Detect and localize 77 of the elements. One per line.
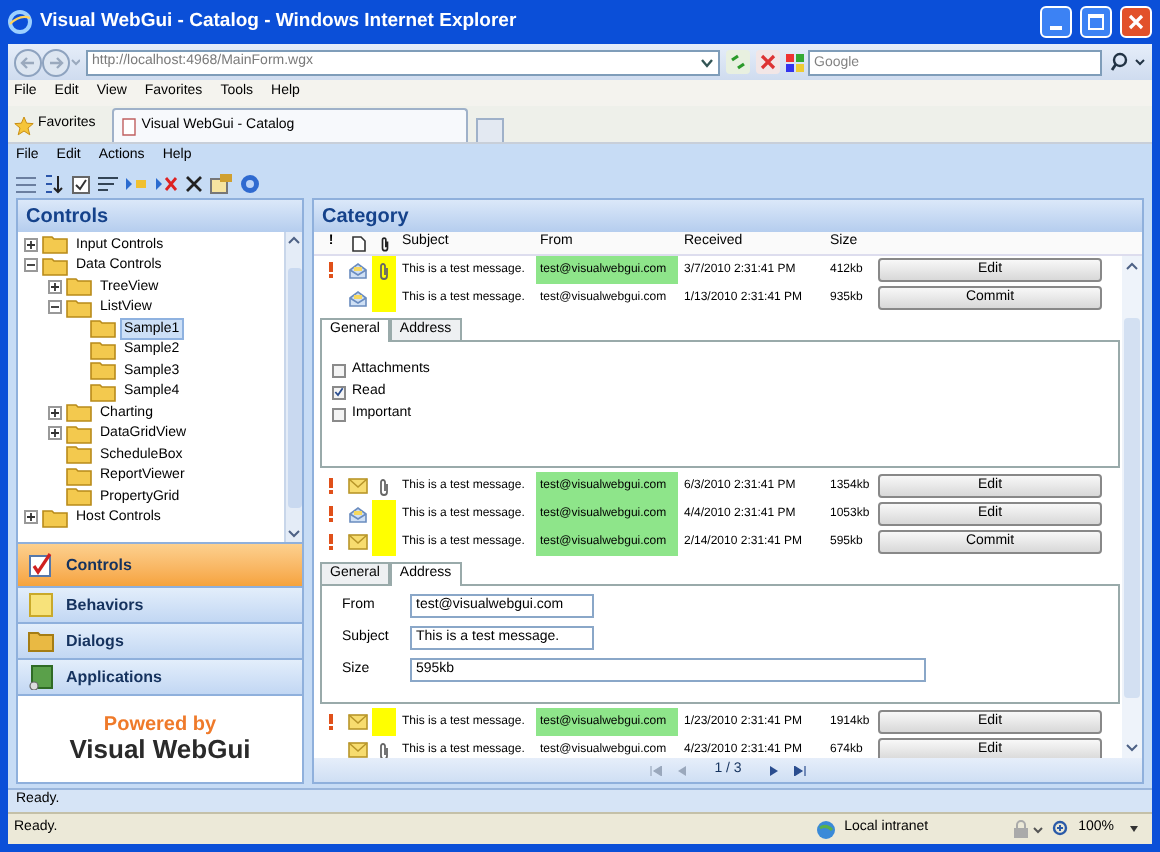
panel-header: Controls [18, 200, 302, 232]
scrollbar[interactable] [1122, 256, 1142, 758]
paperclip-icon [378, 477, 390, 495]
close-icon [1128, 14, 1144, 30]
open-envelope-icon [348, 505, 368, 523]
envelope-icon [348, 714, 368, 730]
checklist-icon [28, 552, 54, 578]
folder-icon [66, 486, 92, 507]
dropdown-icon[interactable] [700, 55, 714, 69]
scroll-down-icon[interactable] [288, 530, 300, 538]
delete-items-icon[interactable] [156, 176, 178, 192]
envelope-icon [348, 478, 368, 494]
application-icon [28, 664, 54, 690]
folder-icon [42, 507, 68, 528]
open-envelope-icon [348, 261, 368, 279]
folder-icon [66, 423, 92, 444]
checkbox-icon[interactable] [72, 175, 90, 193]
folder-icon [66, 297, 92, 318]
folder-icon [28, 630, 54, 652]
checkbox[interactable] [332, 407, 346, 421]
folder-icon [66, 402, 92, 423]
folder-icon [90, 318, 116, 339]
properties-icon[interactable] [210, 174, 232, 194]
help-icon[interactable] [240, 174, 260, 194]
folder-icon [66, 465, 92, 486]
brand-tagline: Powered by [103, 714, 217, 736]
expand-toggle[interactable] [24, 510, 38, 525]
envelope-icon [348, 534, 368, 550]
globe-icon [816, 819, 837, 839]
stop-icon[interactable] [756, 50, 780, 74]
folder-icon [42, 255, 68, 276]
expand-toggle[interactable] [48, 279, 62, 294]
zoom-icon [1052, 820, 1071, 838]
scrollbar[interactable] [284, 232, 302, 542]
scroll-down-icon[interactable] [1126, 744, 1138, 752]
page-icon [121, 117, 136, 135]
sort-icon[interactable] [44, 174, 64, 194]
folder-icon [90, 339, 116, 360]
folder-icon [90, 381, 116, 402]
navigation-button[interactable]: Controls [18, 542, 302, 586]
note-icon [28, 592, 54, 618]
refresh-icon[interactable] [726, 50, 750, 74]
scroll-up-icon[interactable] [1126, 262, 1138, 270]
scroll-up-icon[interactable] [288, 236, 300, 244]
panel-header: Category [314, 200, 1142, 232]
list-icon[interactable] [16, 175, 36, 193]
collapse-toggle[interactable] [24, 258, 38, 273]
folder-icon [90, 360, 116, 381]
navigation-button[interactable]: Dialogs [18, 622, 302, 658]
checkbox[interactable] [332, 385, 346, 399]
star-icon [14, 115, 34, 135]
close-button[interactable] [1120, 6, 1152, 38]
brand-name: Visual WebGui [69, 736, 251, 764]
window-title: Visual WebGui - Catalog - Windows Internet Explorer [40, 7, 519, 36]
folder-icon [66, 276, 92, 297]
search-provider-icon [786, 53, 804, 71]
navigation-button[interactable]: Behaviors [18, 586, 302, 622]
folder-icon [66, 444, 92, 465]
move-right-icon[interactable] [126, 176, 148, 192]
maximize-button[interactable] [1080, 6, 1112, 38]
paperclip-icon [378, 741, 390, 758]
text-wrap-icon[interactable] [98, 175, 118, 193]
collapse-toggle[interactable] [48, 300, 62, 315]
search-icon[interactable] [1108, 50, 1148, 74]
expand-toggle[interactable] [24, 237, 38, 252]
envelope-icon [348, 742, 368, 758]
browser-logo-icon [8, 10, 32, 34]
last-page-icon[interactable] [793, 765, 806, 775]
expand-toggle[interactable] [48, 405, 62, 420]
expand-toggle[interactable] [48, 426, 62, 441]
navigation-button[interactable]: Applications [18, 658, 302, 694]
close-icon[interactable] [186, 176, 202, 192]
open-envelope-icon [348, 289, 368, 307]
minimize-button[interactable] [1040, 6, 1072, 38]
lock-icon[interactable] [1012, 819, 1045, 839]
checkbox[interactable] [332, 363, 346, 377]
next-page-icon[interactable] [769, 765, 778, 775]
